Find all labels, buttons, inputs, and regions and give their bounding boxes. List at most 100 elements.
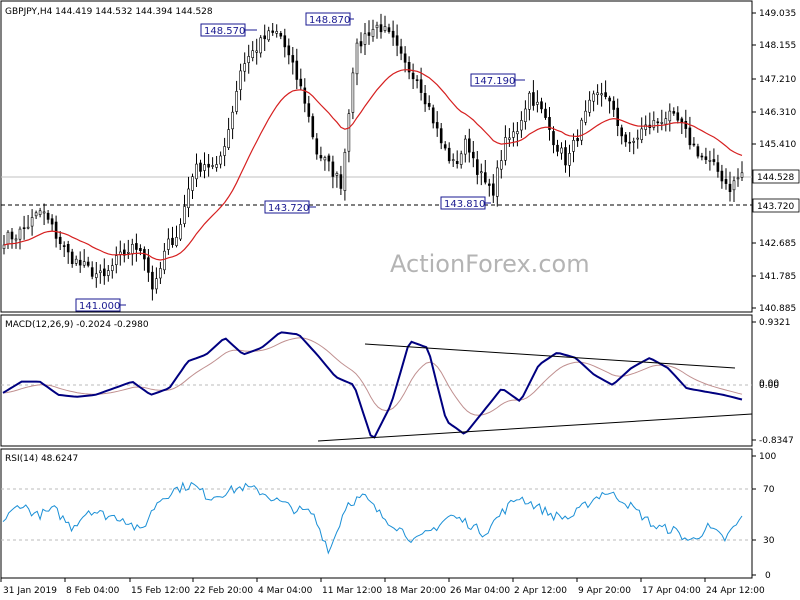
price-tick-4: 145.410 <box>759 140 796 150</box>
price-candle-body <box>708 160 712 162</box>
price-candle-body <box>135 243 138 250</box>
price-candle-body <box>419 79 423 93</box>
price-candle-body <box>38 210 42 215</box>
price-candle-body <box>215 164 218 168</box>
time-tick-2: 15 Feb 12:00 <box>131 586 190 596</box>
price-candle-body <box>451 159 455 161</box>
price-candle-body <box>359 41 363 47</box>
price-candle-body <box>668 110 672 122</box>
price-candle-body <box>111 265 114 271</box>
price-candle-body <box>319 155 323 159</box>
price-candle-body <box>431 107 435 124</box>
price-candle-body <box>223 146 226 156</box>
price-candle-body <box>163 250 166 271</box>
price-candle-body <box>271 30 275 33</box>
label-peak-3-text: 147.190 <box>474 76 515 87</box>
price-candle-body <box>279 32 283 37</box>
macd-tick-0: 0.9321 <box>759 318 791 328</box>
price-candle-body <box>78 259 82 266</box>
price-candle-body <box>34 212 38 217</box>
price-candle-body <box>103 268 106 277</box>
price-candle-body <box>66 244 70 253</box>
price-candle-body <box>379 24 383 33</box>
price-candle-body <box>299 78 303 87</box>
time-tick-4: 4 Mar 04:00 <box>258 586 313 596</box>
price-candle-body <box>520 120 523 131</box>
rsi-header: RSI(14) 48.6247 <box>5 454 78 464</box>
price-candle-body <box>720 170 724 182</box>
rsi-tick-3: 0 <box>765 571 771 581</box>
price-candle-body <box>263 35 267 40</box>
time-tick-0: 31 Jan 2019 <box>3 586 57 596</box>
price-header: GBPJPY,H4 144.419 144.532 144.394 144.52… <box>5 7 213 17</box>
price-candle-body <box>171 237 174 245</box>
price-candle-body <box>82 261 86 266</box>
price-candle-body <box>479 171 483 174</box>
price-candle-body <box>740 172 744 178</box>
price-candle-body <box>568 153 571 166</box>
price-candle-body <box>231 111 234 130</box>
price-candle-body <box>74 258 78 264</box>
price-candle-body <box>552 131 555 146</box>
price-candle-body <box>483 172 487 183</box>
price-candle-body <box>10 231 14 240</box>
price-candle-body <box>427 103 431 107</box>
price-candle-body <box>14 238 18 241</box>
price-candle-body <box>443 144 447 149</box>
rsi-tick-1: 70 <box>763 485 775 495</box>
price-tick-7: 142.685 <box>759 239 796 249</box>
price-candle-body <box>499 160 503 170</box>
price-tick-0: 149.035 <box>759 9 796 19</box>
price-candle-body <box>688 127 692 146</box>
price-candle-body <box>560 147 563 154</box>
price-candle-body <box>30 217 34 227</box>
price-candle-body <box>580 119 583 141</box>
rsi-tick-0: 100 <box>759 452 776 462</box>
price-candle-body <box>219 155 222 165</box>
price-candle-body <box>604 92 607 97</box>
price-candle-body <box>179 224 182 240</box>
price-candle-body <box>259 37 263 54</box>
price-candle-body <box>624 134 628 143</box>
price-candle-body <box>608 97 611 102</box>
price-candle-body <box>524 108 527 122</box>
price-candle-body <box>199 162 202 172</box>
label-peak-2: 148.870 <box>305 12 354 26</box>
price-candle-body <box>151 271 154 290</box>
price-candle-body <box>267 30 271 41</box>
price-candle-body <box>46 212 50 220</box>
price-candle-body <box>632 141 636 143</box>
price-candle-body <box>287 45 291 56</box>
price-candle-body <box>459 153 463 165</box>
price-candle-body <box>664 118 668 125</box>
price-candle-body <box>447 147 451 162</box>
price-candle-body <box>544 108 547 118</box>
price-candle-body <box>54 221 58 239</box>
price-candle-body <box>195 163 198 180</box>
price-candle-body <box>347 113 351 152</box>
price-candle-body <box>335 173 339 176</box>
label-trough-1: 141.000 <box>75 298 126 312</box>
price-candle-body <box>70 251 74 264</box>
price-candle-body <box>42 211 46 214</box>
price-candle-body <box>323 157 327 161</box>
price-candle-body <box>403 53 407 63</box>
label-peak-2-text: 148.870 <box>309 15 350 26</box>
price-candle-body <box>471 151 475 159</box>
price-candle <box>351 67 355 120</box>
price-tick-8: 141.785 <box>759 272 796 282</box>
price-candle-body <box>203 164 206 171</box>
price-tick-3: 146.310 <box>759 108 796 118</box>
price-candle-body <box>536 101 539 105</box>
price-candle-body <box>592 93 595 102</box>
price-candle-body <box>656 121 660 124</box>
time-tick-7: 26 Mar 04:00 <box>450 586 510 596</box>
price-candle-body <box>556 144 559 152</box>
price-candle-body <box>207 163 210 168</box>
price-candle-body <box>672 111 676 114</box>
price-candle-body <box>736 177 740 180</box>
price-candle-body <box>532 92 535 106</box>
time-tick-10: 17 Apr 04:00 <box>642 586 701 596</box>
price-candle-body <box>700 155 704 158</box>
label-peak-1-text: 148.570 <box>204 26 245 37</box>
